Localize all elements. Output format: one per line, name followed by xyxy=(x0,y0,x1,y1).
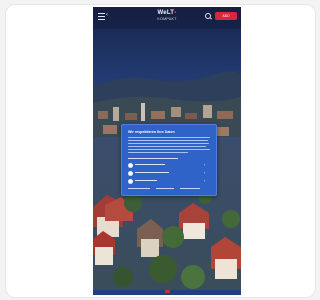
body-text-line xyxy=(128,137,210,138)
chevron-right-icon[interactable]: › xyxy=(204,170,205,175)
bottom-indicator xyxy=(165,290,170,293)
brand-logo[interactable]: WeLT• KOMPAKT xyxy=(147,10,187,22)
preview-card: ‹ WeLT• KOMPAKT ABO Wir respektieren Ihr… xyxy=(5,4,316,298)
consent-option-label xyxy=(135,172,169,173)
toggle-icon[interactable] xyxy=(128,171,133,176)
consent-dialog-title: Wir respektieren Ihre Daten xyxy=(128,130,175,134)
hamburger-menu-icon[interactable] xyxy=(98,13,105,20)
logo-text: WeLT xyxy=(157,10,175,16)
footer-link[interactable] xyxy=(156,188,174,189)
logo-subtitle: KOMPAKT xyxy=(157,17,177,21)
bottom-bar xyxy=(93,290,241,295)
consent-option-label xyxy=(135,164,165,165)
body-text-line xyxy=(128,152,188,153)
body-text-line xyxy=(128,149,210,150)
consent-dialog: Wir respektieren Ihre Daten › › › xyxy=(121,124,217,196)
chevron-right-icon[interactable]: › xyxy=(204,162,205,167)
footer-link[interactable] xyxy=(180,188,200,189)
body-text-line xyxy=(128,146,206,147)
body-text-line xyxy=(128,140,208,141)
consent-option[interactable]: › xyxy=(128,162,210,168)
consent-option[interactable]: › xyxy=(128,170,210,176)
consent-dialog-body xyxy=(128,137,210,155)
consent-section-heading xyxy=(128,158,178,159)
back-arrow-icon[interactable]: ‹ xyxy=(106,11,108,19)
consent-option-label xyxy=(135,180,157,181)
toggle-icon[interactable] xyxy=(128,179,133,184)
toggle-icon[interactable] xyxy=(128,163,133,168)
footer-link[interactable] xyxy=(128,188,150,189)
search-icon[interactable] xyxy=(205,13,211,19)
subscribe-button[interactable]: ABO xyxy=(215,12,237,20)
chevron-right-icon[interactable]: › xyxy=(204,178,205,183)
consent-dialog-footer xyxy=(128,188,210,191)
mobile-screen: ‹ WeLT• KOMPAKT ABO Wir respektieren Ihr… xyxy=(93,7,241,295)
app-header: ‹ WeLT• KOMPAKT ABO xyxy=(93,7,241,29)
logo-accent: • xyxy=(174,10,177,16)
consent-option[interactable]: › xyxy=(128,178,210,184)
body-text-line xyxy=(128,143,209,144)
